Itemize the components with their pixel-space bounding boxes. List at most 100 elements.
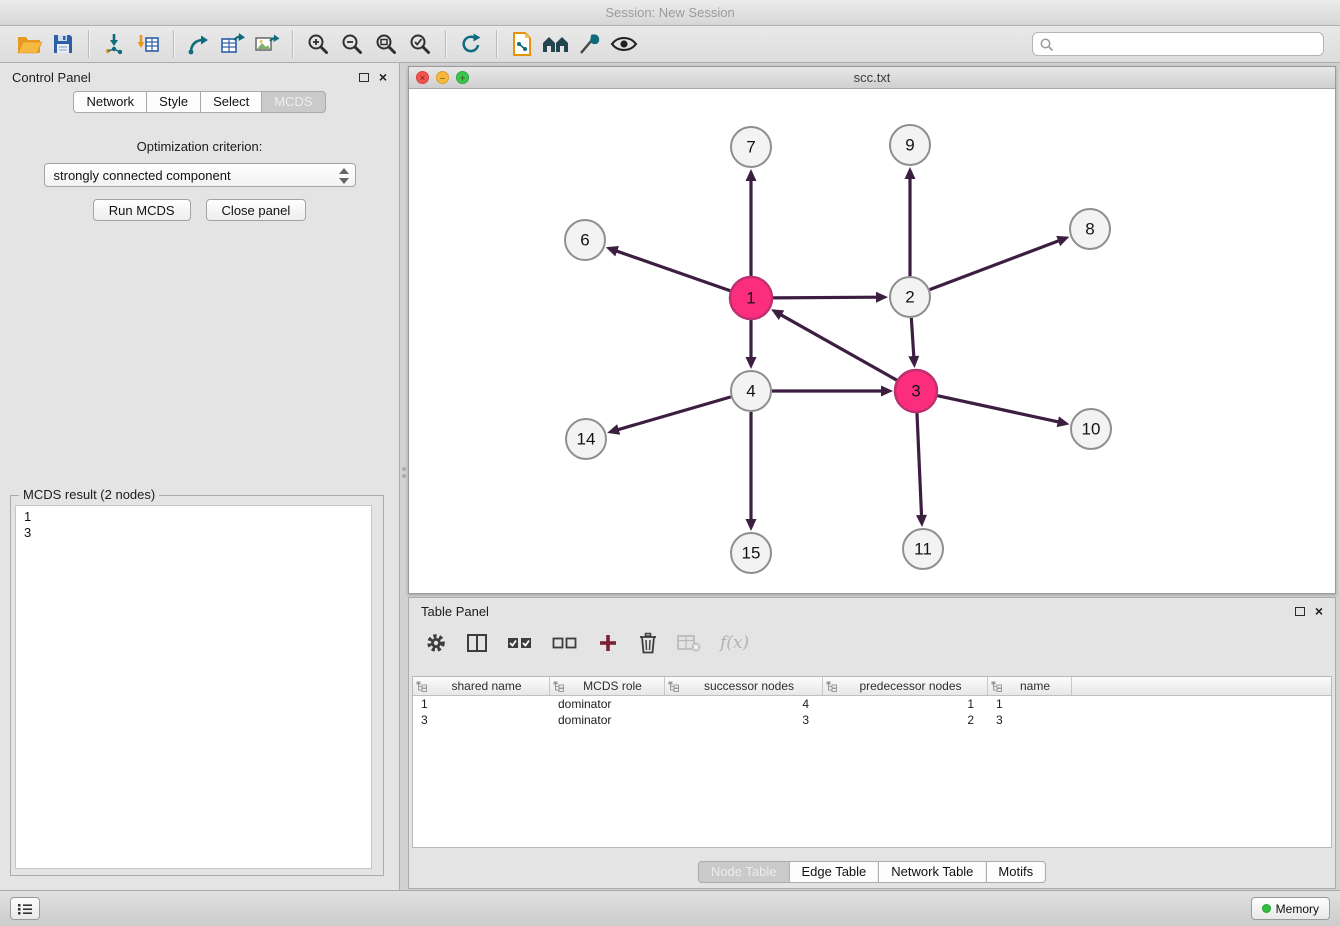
node-label: 15 <box>742 544 761 563</box>
graph-edge-1-6[interactable] <box>615 251 730 291</box>
network-snapshot-icon[interactable] <box>505 29 539 59</box>
column-chooser-icon[interactable] <box>466 630 488 656</box>
table-row[interactable]: 1dominator411 <box>413 696 1331 712</box>
graph-edge-1-2[interactable] <box>773 297 878 298</box>
minimize-window-icon[interactable] <box>436 71 449 84</box>
edge-arrowhead <box>1056 236 1069 246</box>
close-window-icon[interactable] <box>416 71 429 84</box>
criterion-select[interactable]: strongly connected component <box>44 163 356 187</box>
table-cell: 4 <box>665 696 823 712</box>
add-column-icon[interactable] <box>597 630 619 656</box>
network-window-titlebar[interactable]: scc.txt <box>409 67 1335 89</box>
node-label: 11 <box>914 540 932 559</box>
zoom-out-icon[interactable] <box>335 29 369 59</box>
tab-edge-table[interactable]: Edge Table <box>788 861 879 883</box>
edge-arrowhead <box>607 424 620 435</box>
table-cell: dominator <box>550 712 665 728</box>
refresh-view-icon[interactable] <box>454 29 488 59</box>
window-title: Session: New Session <box>605 5 734 20</box>
export-network-icon[interactable] <box>182 29 216 59</box>
graph-edge-2-3[interactable] <box>911 318 914 358</box>
edge-arrowhead <box>746 357 757 369</box>
table-cell: 1 <box>823 696 988 712</box>
save-session-icon[interactable] <box>46 29 80 59</box>
criterion-select-value: strongly connected component <box>54 168 231 183</box>
paint-style-icon[interactable] <box>573 29 607 59</box>
column-header-mcds-role[interactable]: MCDS role <box>550 677 665 695</box>
node-label: 7 <box>746 138 755 157</box>
workspace: Control Panel NetworkStyleSelectMCDS Opt… <box>0 63 1340 890</box>
maximize-window-icon[interactable] <box>456 71 469 84</box>
tab-node-table[interactable]: Node Table <box>698 861 790 883</box>
import-table-icon[interactable] <box>131 29 165 59</box>
open-session-icon[interactable] <box>12 29 46 59</box>
node-label: 2 <box>905 288 914 307</box>
search-box[interactable] <box>1032 32 1324 56</box>
column-sort-icon <box>826 681 837 692</box>
table-panel-title: Table Panel <box>421 604 489 619</box>
export-image-icon[interactable] <box>250 29 284 59</box>
table-row[interactable]: 3dominator323 <box>413 712 1331 728</box>
graph-edge-2-8[interactable] <box>930 240 1060 289</box>
table-panel: Table Panel <box>408 597 1336 889</box>
toolbar-separator <box>496 30 497 58</box>
node-label: 6 <box>580 231 589 250</box>
table-cell: 3 <box>988 712 1072 728</box>
run-mcds-button[interactable]: Run MCDS <box>93 199 191 221</box>
tab-style[interactable]: Style <box>146 91 201 113</box>
column-header-shared-name[interactable]: shared name <box>413 677 550 695</box>
zoom-fit-icon[interactable] <box>369 29 403 59</box>
zoom-in-icon[interactable] <box>301 29 335 59</box>
close-panel-icon[interactable] <box>379 72 387 82</box>
apply-function-icon[interactable]: f(x) <box>720 630 749 656</box>
toolbar-separator <box>173 30 174 58</box>
tab-mcds[interactable]: MCDS <box>261 91 325 113</box>
search-icon <box>1039 37 1054 52</box>
graph-edge-3-1[interactable] <box>780 314 897 380</box>
float-table-panel-icon[interactable] <box>1295 607 1305 616</box>
delete-table-icon[interactable] <box>677 630 701 656</box>
deselect-all-rows-icon[interactable] <box>552 630 578 656</box>
column-sort-icon <box>991 681 1002 692</box>
column-sort-icon <box>668 681 679 692</box>
search-input[interactable] <box>1058 37 1317 52</box>
tab-network[interactable]: Network <box>73 91 147 113</box>
float-panel-icon[interactable] <box>359 73 369 82</box>
column-header-predecessor-nodes[interactable]: predecessor nodes <box>823 677 988 695</box>
table-settings-icon[interactable] <box>425 630 447 656</box>
close-panel-button[interactable]: Close panel <box>206 199 307 221</box>
edge-arrowhead <box>606 246 619 256</box>
node-label: 14 <box>577 430 596 449</box>
tab-select[interactable]: Select <box>200 91 262 113</box>
column-header-successor-nodes[interactable]: successor nodes <box>665 677 823 695</box>
column-header-name[interactable]: name <box>988 677 1072 695</box>
network-canvas[interactable]: 7968124314101511 <box>409 89 1335 593</box>
graph-edge-4-14[interactable] <box>617 397 731 430</box>
table-toolbar: f(x) <box>409 624 1335 662</box>
first-neighbors-icon[interactable] <box>539 29 573 59</box>
node-label: 3 <box>911 382 920 401</box>
import-network-icon[interactable] <box>97 29 131 59</box>
show-panels-button[interactable] <box>10 897 40 920</box>
graph-edge-3-10[interactable] <box>937 396 1059 423</box>
table-cell: 2 <box>823 712 988 728</box>
control-panel-tabs: NetworkStyleSelectMCDS <box>0 91 399 113</box>
select-all-rows-icon[interactable] <box>507 630 533 656</box>
zoom-selected-icon[interactable] <box>403 29 437 59</box>
edge-arrowhead <box>905 167 916 179</box>
list-icon <box>17 902 33 916</box>
memory-button[interactable]: Memory <box>1251 897 1330 920</box>
tab-network-table[interactable]: Network Table <box>878 861 986 883</box>
tab-motifs[interactable]: Motifs <box>985 861 1046 883</box>
close-table-panel-icon[interactable] <box>1315 606 1323 616</box>
toolbar-separator <box>292 30 293 58</box>
delete-column-icon[interactable] <box>638 630 658 656</box>
window-titlebar[interactable]: Session: New Session <box>0 0 1340 26</box>
panel-splitter[interactable] <box>401 467 407 481</box>
mcds-result-list[interactable]: 13 <box>15 505 372 869</box>
show-hide-graphics-icon[interactable] <box>607 29 641 59</box>
node-label: 9 <box>905 136 914 155</box>
graph-edge-3-11[interactable] <box>917 413 922 517</box>
toolbar-separator <box>88 30 89 58</box>
export-table-icon[interactable] <box>216 29 250 59</box>
